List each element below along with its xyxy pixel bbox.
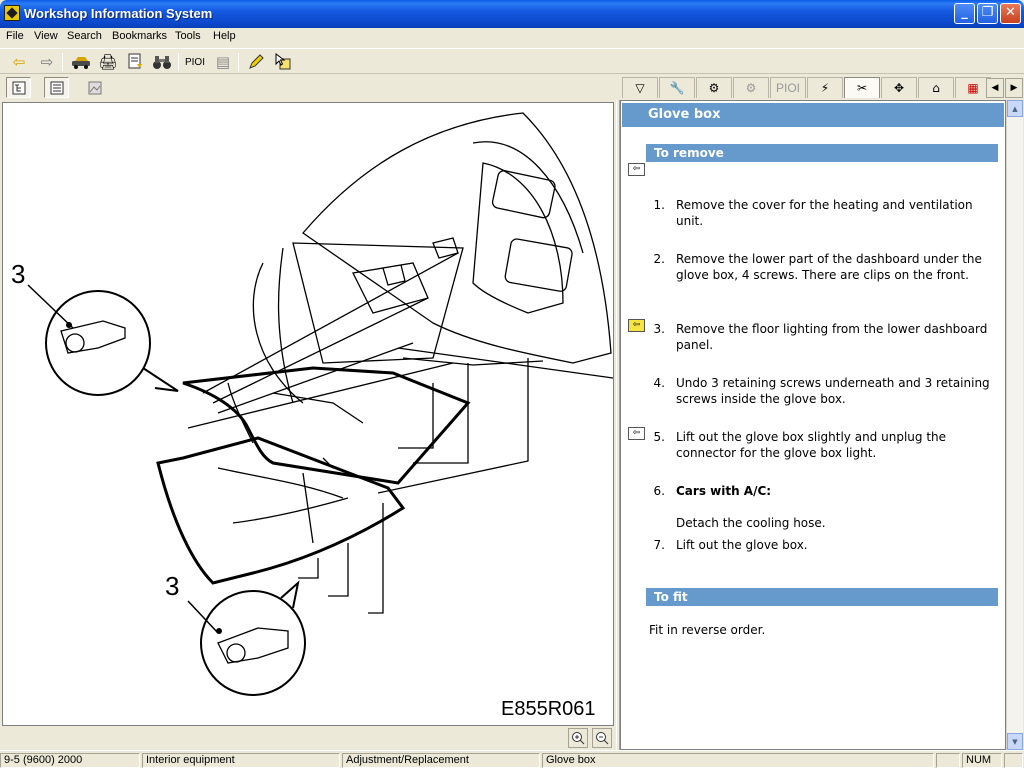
menu-bar: File View Search Bookmarks Tools Help: [0, 28, 1024, 46]
pointer-note-icon[interactable]: [272, 52, 294, 72]
callout-number-top: 3: [11, 259, 25, 289]
toolbar-separator: [62, 53, 63, 71]
filter-icon[interactable]: ▤: [212, 52, 234, 72]
status-empty: [936, 753, 960, 768]
print-icon[interactable]: 🖨: [97, 52, 119, 72]
step-text: Cars with A/C:: [676, 484, 772, 498]
back-reference-icon[interactable]: ⇦: [628, 427, 645, 440]
menu-view[interactable]: View: [34, 30, 58, 42]
toolbar-separator: [238, 53, 239, 71]
tab-pio[interactable]: PIOI: [770, 77, 806, 98]
toolbar-separator: [178, 53, 179, 71]
document-tabs: ▽ 🔧 ⚙ ⚙ PIOI ⚡ ✂ ✥ ⌂ ▦ ◀ ▶: [620, 76, 1024, 100]
step-text: Remove the cover for the heating and ven…: [676, 198, 973, 228]
diagram-pane: 3 3 E855R061: [0, 100, 616, 750]
menu-help[interactable]: Help: [213, 30, 236, 42]
step-number: 1.: [653, 198, 665, 212]
menu-search[interactable]: Search: [67, 30, 102, 42]
document-pane: Glove box To remove ⇦ 1. Remove the cove…: [620, 100, 1006, 750]
step-number: 7.: [653, 538, 665, 552]
menu-bookmarks[interactable]: Bookmarks: [112, 30, 167, 42]
tab-adjustment-icon[interactable]: ✂: [844, 77, 880, 98]
tab-general-icon[interactable]: ▽: [622, 77, 658, 98]
document-icon[interactable]: [124, 52, 146, 72]
menu-tools[interactable]: Tools: [175, 30, 201, 42]
title-bar: Workshop Information System _ ❐ ✕: [0, 0, 1024, 28]
window-title: Workshop Information System: [24, 6, 213, 21]
scroll-down-icon[interactable]: ▼: [1007, 733, 1023, 750]
app-icon[interactable]: [4, 5, 20, 21]
remove-heading: To remove: [646, 144, 998, 162]
step-text: Lift out the glove box slightly and unpl…: [676, 430, 947, 460]
reference-link-icon[interactable]: ⇦: [628, 319, 645, 332]
minimize-button[interactable]: _: [954, 3, 975, 24]
tree-view-icon[interactable]: [6, 77, 31, 98]
step-number: 6.: [653, 484, 665, 498]
status-numlock: NUM: [962, 753, 1002, 768]
image-view-icon[interactable]: [82, 77, 107, 98]
step-text: Remove the floor lighting from the lower…: [676, 322, 988, 352]
step-text: Lift out the glove box.: [676, 538, 808, 552]
status-category: Adjustment/Replacement: [342, 753, 540, 768]
step-number: 3.: [653, 322, 665, 336]
zoom-in-icon[interactable]: [568, 728, 588, 748]
scroll-up-icon[interactable]: ▲: [1007, 100, 1023, 117]
fit-heading: To fit: [646, 588, 998, 606]
status-empty: [1004, 753, 1023, 768]
zoom-out-icon[interactable]: [592, 728, 612, 748]
tab-parts-icon[interactable]: ⚙: [733, 77, 769, 98]
status-bar: 9-5 (9600) 2000 Interior equipment Adjus…: [0, 750, 1024, 768]
status-topic: Glove box: [542, 753, 934, 768]
status-group: Interior equipment: [142, 753, 340, 768]
step-text: Remove the lower part of the dashboard u…: [676, 252, 982, 282]
glove-box-diagram[interactable]: 3 3 E855R061: [2, 102, 614, 726]
glove-box-illustration: 3 3 E855R061: [11, 112, 613, 720]
diagram-code: E855R061: [501, 698, 596, 720]
tab-move-icon[interactable]: ✥: [881, 77, 917, 98]
maximize-button[interactable]: ❐: [977, 3, 998, 24]
tab-scroll-left-icon[interactable]: ◀: [986, 78, 1004, 98]
back-icon[interactable]: ⇦: [8, 52, 30, 72]
tab-scroll-right-icon[interactable]: ▶: [1005, 78, 1023, 98]
pio-button[interactable]: PIOI: [184, 52, 206, 72]
tab-tools-icon[interactable]: 🔧: [659, 77, 695, 98]
tab-wiring-icon[interactable]: ⚡: [807, 77, 843, 98]
status-model: 9-5 (9600) 2000: [0, 753, 140, 768]
binoculars-icon[interactable]: [151, 52, 173, 72]
tab-gear-icon[interactable]: ⚙: [696, 77, 732, 98]
step-number: 5.: [653, 430, 665, 444]
step-number: 4.: [653, 376, 665, 390]
tab-service-icon[interactable]: ⌂: [918, 77, 954, 98]
back-reference-icon[interactable]: ⇦: [628, 163, 645, 176]
text-view-icon[interactable]: [44, 77, 69, 98]
document-scrollbar[interactable]: ▲ ▼: [1006, 100, 1023, 750]
diagram-toolbar: [0, 76, 616, 100]
close-button[interactable]: ✕: [1000, 3, 1021, 24]
pencil-icon[interactable]: [245, 52, 267, 72]
document-title: Glove box: [622, 103, 1004, 127]
step-text: Undo 3 retaining screws underneath and 3…: [676, 376, 990, 406]
main-toolbar: ⇦ ⇨ 🖨 PIOI ▤: [0, 48, 1024, 74]
menu-file[interactable]: File: [6, 30, 24, 42]
step-note: Detach the cooling hose.: [676, 516, 826, 530]
step-number: 2.: [653, 252, 665, 266]
forward-icon[interactable]: ⇨: [36, 52, 58, 72]
car-icon[interactable]: [70, 52, 92, 72]
callout-number-bottom: 3: [165, 571, 179, 601]
fit-text: Fit in reverse order.: [649, 623, 766, 637]
